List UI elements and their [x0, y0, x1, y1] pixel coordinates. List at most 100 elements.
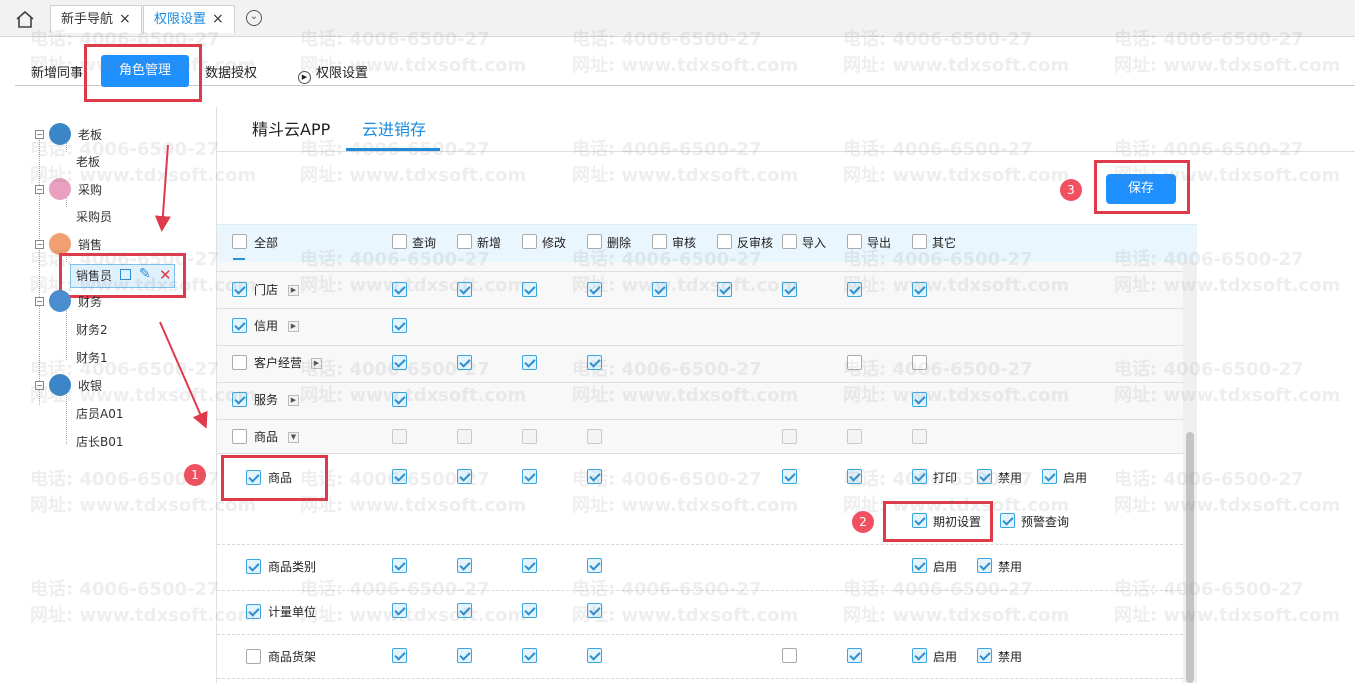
close-icon[interactable]: ×: [212, 11, 224, 27]
perm-checkbox[interactable]: [392, 558, 407, 573]
perm-checkbox[interactable]: [847, 282, 862, 297]
tree-item[interactable]: 店长B01: [76, 431, 124, 453]
perm-checkbox[interactable]: [782, 648, 797, 663]
perm-checkbox[interactable]: [522, 429, 537, 444]
perm-checkbox[interactable]: [1000, 513, 1015, 528]
chevron-down-icon[interactable]: ⌄: [246, 10, 262, 26]
perm-checkbox[interactable]: [587, 469, 602, 484]
perm-checkbox[interactable]: [522, 558, 537, 573]
collapse-icon[interactable]: −: [35, 185, 44, 194]
row-checkbox[interactable]: [246, 559, 261, 574]
collapse-icon[interactable]: −: [35, 297, 44, 306]
tree-item[interactable]: 财务1: [76, 347, 108, 369]
perm-checkbox[interactable]: [847, 429, 862, 444]
header-checkbox[interactable]: [587, 234, 602, 249]
tree-item[interactable]: 采购员: [76, 206, 112, 228]
perm-checkbox[interactable]: [847, 648, 862, 663]
perm-checkbox[interactable]: [782, 469, 797, 484]
nav-data-authorization[interactable]: 数据授权: [205, 62, 257, 81]
perm-checkbox[interactable]: [457, 558, 472, 573]
row-checkbox[interactable]: [232, 429, 247, 444]
row-checkbox[interactable]: [232, 318, 247, 333]
tab-jingdouyun-app[interactable]: 精斗云APP: [252, 116, 330, 140]
perm-checkbox[interactable]: [522, 282, 537, 297]
perm-checkbox[interactable]: [912, 355, 927, 370]
close-icon[interactable]: ×: [119, 11, 131, 27]
row-checkbox[interactable]: [246, 604, 261, 619]
row-checkbox[interactable]: [246, 649, 261, 664]
tree-group-cashier[interactable]: 收银: [78, 375, 102, 397]
perm-checkbox[interactable]: [1042, 469, 1057, 484]
perm-checkbox[interactable]: [457, 355, 472, 370]
tab-cloud-inventory[interactable]: 云进销存: [362, 116, 426, 140]
perm-checkbox[interactable]: [977, 469, 992, 484]
perm-checkbox[interactable]: [522, 603, 537, 618]
perm-checkbox[interactable]: [457, 648, 472, 663]
perm-checkbox[interactable]: [587, 282, 602, 297]
perm-checkbox[interactable]: [587, 558, 602, 573]
collapse-icon[interactable]: −: [35, 381, 44, 390]
tab-permission-settings[interactable]: 权限设置 ×: [143, 5, 235, 33]
header-checkbox[interactable]: [782, 234, 797, 249]
tree-item[interactable]: 店员A01: [76, 403, 123, 425]
row-checkbox[interactable]: [232, 355, 247, 370]
perm-checkbox[interactable]: [522, 648, 537, 663]
header-checkbox[interactable]: [847, 234, 862, 249]
row-checkbox[interactable]: [232, 282, 247, 297]
perm-checkbox[interactable]: [782, 282, 797, 297]
collapse-icon[interactable]: −: [35, 130, 44, 139]
perm-checkbox[interactable]: [392, 429, 407, 444]
perm-checkbox[interactable]: [457, 603, 472, 618]
perm-checkbox[interactable]: [912, 648, 927, 663]
perm-checkbox[interactable]: [392, 282, 407, 297]
perm-checkbox[interactable]: [587, 429, 602, 444]
header-checkbox[interactable]: [912, 234, 927, 249]
perm-checkbox[interactable]: [847, 469, 862, 484]
header-checkbox[interactable]: [717, 234, 732, 249]
header-checkbox[interactable]: [457, 234, 472, 249]
perm-checkbox[interactable]: [457, 469, 472, 484]
perm-checkbox[interactable]: [847, 355, 862, 370]
tab-newbie-guide[interactable]: 新手导航 ×: [50, 5, 142, 33]
perm-checkbox[interactable]: [522, 355, 537, 370]
perm-checkbox[interactable]: [977, 648, 992, 663]
perm-checkbox[interactable]: [912, 282, 927, 297]
header-checkbox[interactable]: [392, 234, 407, 249]
tree-group-finance[interactable]: 财务: [78, 291, 102, 313]
header-checkbox[interactable]: [652, 234, 667, 249]
scrollbar-thumb[interactable]: [1186, 432, 1194, 683]
expand-icon[interactable]: ▶: [288, 321, 299, 332]
collapse-icon[interactable]: ▼: [288, 432, 299, 443]
collapse-icon[interactable]: −: [35, 240, 44, 249]
tree-group-purchase[interactable]: 采购: [78, 179, 102, 201]
perm-checkbox[interactable]: [392, 648, 407, 663]
perm-checkbox[interactable]: [392, 603, 407, 618]
tree-item[interactable]: 财务2: [76, 319, 108, 341]
expand-icon[interactable]: ▶: [288, 395, 299, 406]
tree-item[interactable]: 老板: [76, 151, 100, 173]
tree-group-boss[interactable]: 老板: [78, 124, 102, 146]
perm-checkbox[interactable]: [457, 429, 472, 444]
perm-checkbox[interactable]: [912, 429, 927, 444]
nav-add-colleague[interactable]: 新增同事: [31, 62, 83, 81]
perm-checkbox[interactable]: [912, 392, 927, 407]
expand-icon[interactable]: ▶: [288, 285, 299, 296]
perm-checkbox[interactable]: [522, 469, 537, 484]
perm-checkbox[interactable]: [392, 355, 407, 370]
row-checkbox[interactable]: [232, 392, 247, 407]
perm-checkbox[interactable]: [392, 318, 407, 333]
perm-checkbox[interactable]: [652, 282, 667, 297]
nav-permission-settings[interactable]: ▶ 权限设置: [298, 62, 368, 84]
home-icon[interactable]: [14, 9, 36, 29]
checkbox-all[interactable]: [232, 234, 247, 249]
perm-checkbox[interactable]: [587, 648, 602, 663]
perm-checkbox[interactable]: [912, 469, 927, 484]
perm-checkbox[interactable]: [392, 469, 407, 484]
perm-checkbox[interactable]: [392, 392, 407, 407]
perm-checkbox[interactable]: [717, 282, 732, 297]
perm-checkbox[interactable]: [912, 558, 927, 573]
header-checkbox[interactable]: [522, 234, 537, 249]
expand-icon[interactable]: ▶: [311, 358, 322, 369]
perm-checkbox[interactable]: [587, 355, 602, 370]
perm-checkbox[interactable]: [587, 603, 602, 618]
